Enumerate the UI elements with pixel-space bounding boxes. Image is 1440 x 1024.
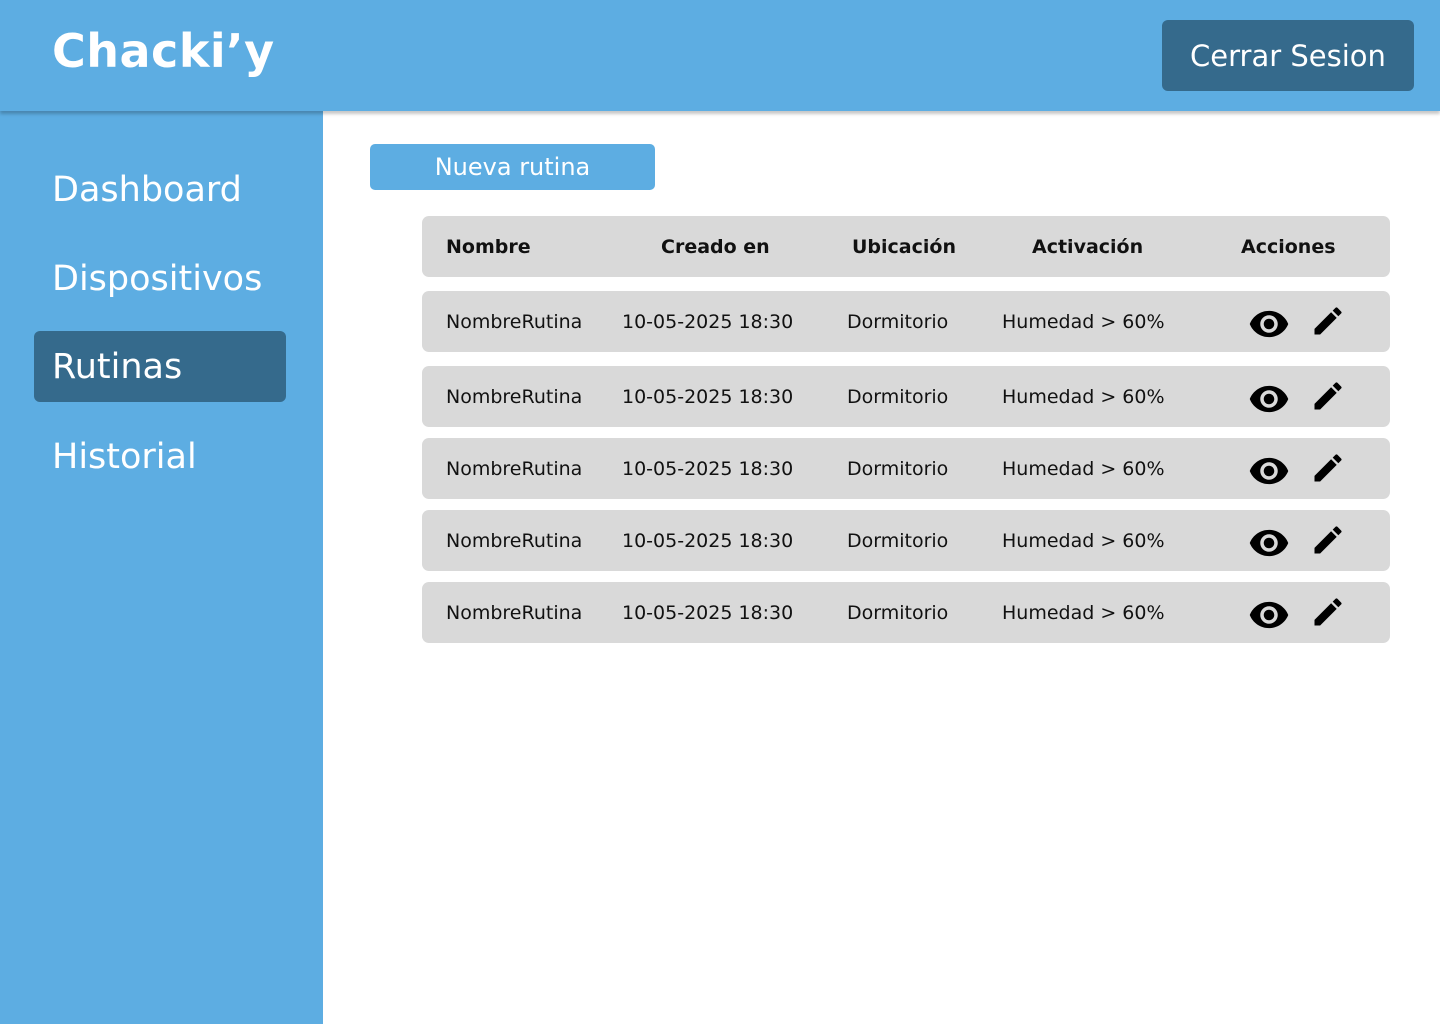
routine-created: 10-05-2025 18:30 — [622, 310, 794, 333]
routine-created: 10-05-2025 18:30 — [622, 529, 794, 552]
routine-activation: Humedad > 60% — [1002, 529, 1165, 552]
sidebar-item-historial[interactable]: Historial — [34, 421, 286, 492]
routine-location: Dormitorio — [847, 385, 949, 408]
logout-button[interactable]: Cerrar Sesion — [1162, 20, 1414, 91]
sidebar-item-dispositivos[interactable]: Dispositivos — [34, 243, 286, 314]
new-routine-button[interactable]: Nueva rutina — [370, 144, 655, 190]
app-logo: Chacki’y — [52, 24, 275, 78]
table-header: Nombre Creado en Ubicación Activación Ac… — [422, 216, 1390, 277]
eye-icon[interactable] — [1248, 594, 1290, 636]
sidebar-item-dashboard[interactable]: Dashboard — [34, 154, 286, 225]
pencil-icon[interactable] — [1310, 522, 1346, 558]
routine-activation: Humedad > 60% — [1002, 457, 1165, 480]
eye-icon[interactable] — [1248, 522, 1290, 564]
routine-name: NombreRutina — [446, 457, 583, 480]
table-row: NombreRutina 10-05-2025 18:30 Dormitorio… — [422, 291, 1390, 352]
routine-activation: Humedad > 60% — [1002, 310, 1165, 333]
pencil-icon[interactable] — [1310, 450, 1346, 486]
header-nombre: Nombre — [446, 235, 531, 258]
routine-location: Dormitorio — [847, 457, 949, 480]
top-bar: Chacki’y Cerrar Sesion — [0, 0, 1440, 111]
routine-created: 10-05-2025 18:30 — [622, 385, 794, 408]
routine-name: NombreRutina — [446, 310, 583, 333]
pencil-icon[interactable] — [1310, 378, 1346, 414]
routine-name: NombreRutina — [446, 601, 583, 624]
routine-created: 10-05-2025 18:30 — [622, 601, 794, 624]
header-acciones: Acciones — [1241, 235, 1336, 258]
sidebar: Dashboard Dispositivos Rutinas Historial — [0, 111, 323, 1024]
eye-icon[interactable] — [1248, 303, 1290, 345]
pencil-icon[interactable] — [1310, 594, 1346, 630]
header-activacion: Activación — [1032, 235, 1144, 258]
routine-location: Dormitorio — [847, 310, 949, 333]
table-row: NombreRutina 10-05-2025 18:30 Dormitorio… — [422, 510, 1390, 571]
routine-created: 10-05-2025 18:30 — [622, 457, 794, 480]
routine-location: Dormitorio — [847, 529, 949, 552]
eye-icon[interactable] — [1248, 378, 1290, 420]
table-row: NombreRutina 10-05-2025 18:30 Dormitorio… — [422, 582, 1390, 643]
routine-location: Dormitorio — [847, 601, 949, 624]
routine-name: NombreRutina — [446, 385, 583, 408]
routine-activation: Humedad > 60% — [1002, 601, 1165, 624]
sidebar-item-rutinas[interactable]: Rutinas — [34, 331, 286, 402]
eye-icon[interactable] — [1248, 450, 1290, 492]
pencil-icon[interactable] — [1310, 303, 1346, 339]
header-ubicacion: Ubicación — [852, 235, 956, 258]
routine-activation: Humedad > 60% — [1002, 385, 1165, 408]
header-creado-en: Creado en — [661, 235, 770, 258]
routine-name: NombreRutina — [446, 529, 583, 552]
table-row: NombreRutina 10-05-2025 18:30 Dormitorio… — [422, 438, 1390, 499]
table-row: NombreRutina 10-05-2025 18:30 Dormitorio… — [422, 366, 1390, 427]
